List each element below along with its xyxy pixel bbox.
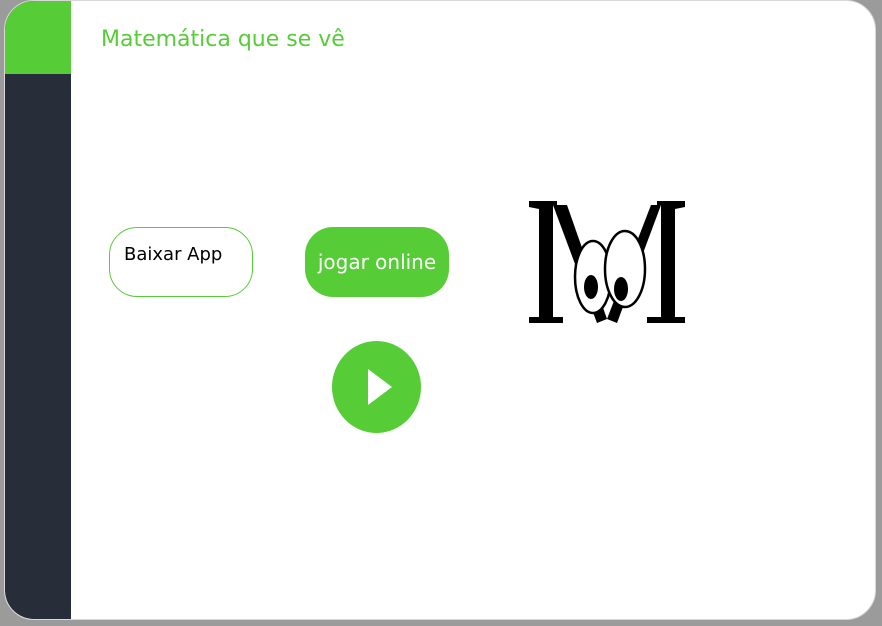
app-window: Matemática que se vê Baixar App jogar on…: [4, 0, 876, 620]
m-eyes-logo: [529, 201, 685, 323]
play-icon: [368, 369, 392, 405]
page-title: Matemática que se vê: [101, 27, 345, 52]
play-button[interactable]: [332, 341, 421, 433]
play-online-button[interactable]: jogar online: [305, 227, 449, 297]
download-app-button[interactable]: Baixar App: [109, 227, 253, 297]
sidebar-accent-block: [5, 1, 71, 74]
play-online-label: jogar online: [317, 250, 437, 274]
sidebar: [5, 1, 71, 619]
